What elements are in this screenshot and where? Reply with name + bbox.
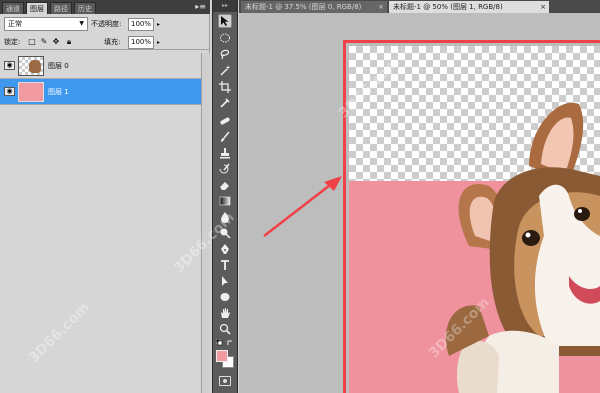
lock-transparent-icon[interactable]: □ <box>27 37 37 47</box>
pen-tool-icon[interactable] <box>218 242 232 256</box>
visibility-eye-icon[interactable]: ◉ <box>4 61 15 70</box>
tools-panel: ▸▸ <box>212 0 238 393</box>
blend-opacity-row: 正常 ▼ 不透明度: 100% ▸ <box>0 15 210 33</box>
fill-dropdown-icon[interactable]: ▸ <box>157 39 160 46</box>
document-tab-label: 未标题-1 @ 37.5% (图层 0, RGB/8) <box>245 3 362 11</box>
lock-position-icon[interactable]: ✥ <box>51 37 61 47</box>
crop-tool-icon[interactable] <box>218 80 232 94</box>
marquee-tool-icon[interactable] <box>218 31 232 45</box>
tab-layers[interactable]: 图层 <box>26 2 48 14</box>
visibility-eye-icon[interactable]: ◉ <box>4 87 15 96</box>
move-tool-icon[interactable] <box>218 14 232 28</box>
fill-label: 填充: <box>104 38 121 46</box>
corgi-image <box>445 102 600 393</box>
tab-channels[interactable]: 通道 <box>2 2 24 14</box>
document-canvas[interactable] <box>349 46 600 393</box>
magic-wand-icon[interactable] <box>218 63 232 77</box>
blend-mode-select[interactable]: 正常 ▼ <box>4 17 88 31</box>
swap-colors-icon[interactable] <box>216 339 234 347</box>
brush-tool-icon[interactable] <box>218 130 232 144</box>
healing-brush-icon[interactable] <box>218 114 232 128</box>
path-select-icon[interactable] <box>218 274 232 288</box>
document-tabbar: 未标题-1 @ 37.5% (图层 0, RGB/8) × 未标题-1 @ 50… <box>239 0 600 13</box>
blend-mode-value: 正常 <box>8 20 22 28</box>
layer-row-0[interactable]: ◉ 图层 0 <box>0 53 201 79</box>
lock-fill-row: 锁定: □ ✎ ✥ 🔒︎ 填充: 100% ▸ <box>0 34 210 50</box>
blur-tool-icon[interactable] <box>218 210 232 224</box>
chevron-down-icon: ▼ <box>79 20 84 27</box>
opacity-field[interactable]: 100% <box>128 18 154 31</box>
layer-thumbnail-dog <box>18 56 44 76</box>
layers-panel: 通道 图层 路径 历史 ▸≡ 正常 ▼ 不透明度: 100% ▸ 锁定: □ ✎… <box>0 0 210 393</box>
hand-tool-icon[interactable] <box>218 306 232 320</box>
lock-all-icon[interactable]: 🔒︎ <box>64 37 74 47</box>
quick-mask-icon[interactable] <box>219 376 231 386</box>
shape-tool-icon[interactable] <box>218 290 232 304</box>
dodge-tool-icon[interactable] <box>218 226 232 240</box>
lasso-tool-icon[interactable] <box>218 47 232 61</box>
tools-panel-grip[interactable]: ▸▸ <box>213 0 237 12</box>
eyedropper-icon[interactable] <box>218 96 232 110</box>
layers-scrollbar[interactable] <box>201 53 210 393</box>
zoom-tool-icon[interactable] <box>218 322 232 336</box>
fill-field[interactable]: 100% <box>128 36 154 49</box>
document-tab[interactable]: 未标题-1 @ 37.5% (图层 0, RGB/8) × <box>241 1 387 13</box>
panel-menu-icon[interactable]: ▸≡ <box>195 2 206 11</box>
tab-history[interactable]: 历史 <box>74 2 96 14</box>
opacity-dropdown-icon[interactable]: ▸ <box>157 21 160 28</box>
tab-paths[interactable]: 路径 <box>50 2 72 14</box>
layer-name[interactable]: 图层 1 <box>48 87 69 97</box>
opacity-label: 不透明度: <box>91 20 122 28</box>
close-icon[interactable]: × <box>540 1 546 13</box>
panel-tabbar: 通道 图层 路径 历史 ▸≡ <box>0 0 210 14</box>
lock-label: 锁定: <box>4 38 21 46</box>
type-tool-icon[interactable] <box>218 258 232 272</box>
lock-pixels-icon[interactable]: ✎ <box>39 37 49 47</box>
eraser-icon[interactable] <box>218 178 232 192</box>
layer-row-1[interactable]: ◉ 图层 1 <box>0 79 201 105</box>
history-brush-icon[interactable] <box>218 162 232 176</box>
gradient-tool-icon[interactable] <box>218 194 232 208</box>
annotation-arrow-icon <box>263 176 342 237</box>
layer-thumbnail-pink <box>18 82 44 102</box>
close-icon[interactable]: × <box>378 1 384 13</box>
foreground-color-swatch[interactable] <box>216 350 228 362</box>
document-tab-active[interactable]: 未标题-1 @ 50% (图层 1, RGB/8) × <box>389 1 549 13</box>
layer-name[interactable]: 图层 0 <box>48 61 69 71</box>
document-tab-label: 未标题-1 @ 50% (图层 1, RGB/8) <box>393 3 503 11</box>
clone-stamp-icon[interactable] <box>218 146 232 160</box>
